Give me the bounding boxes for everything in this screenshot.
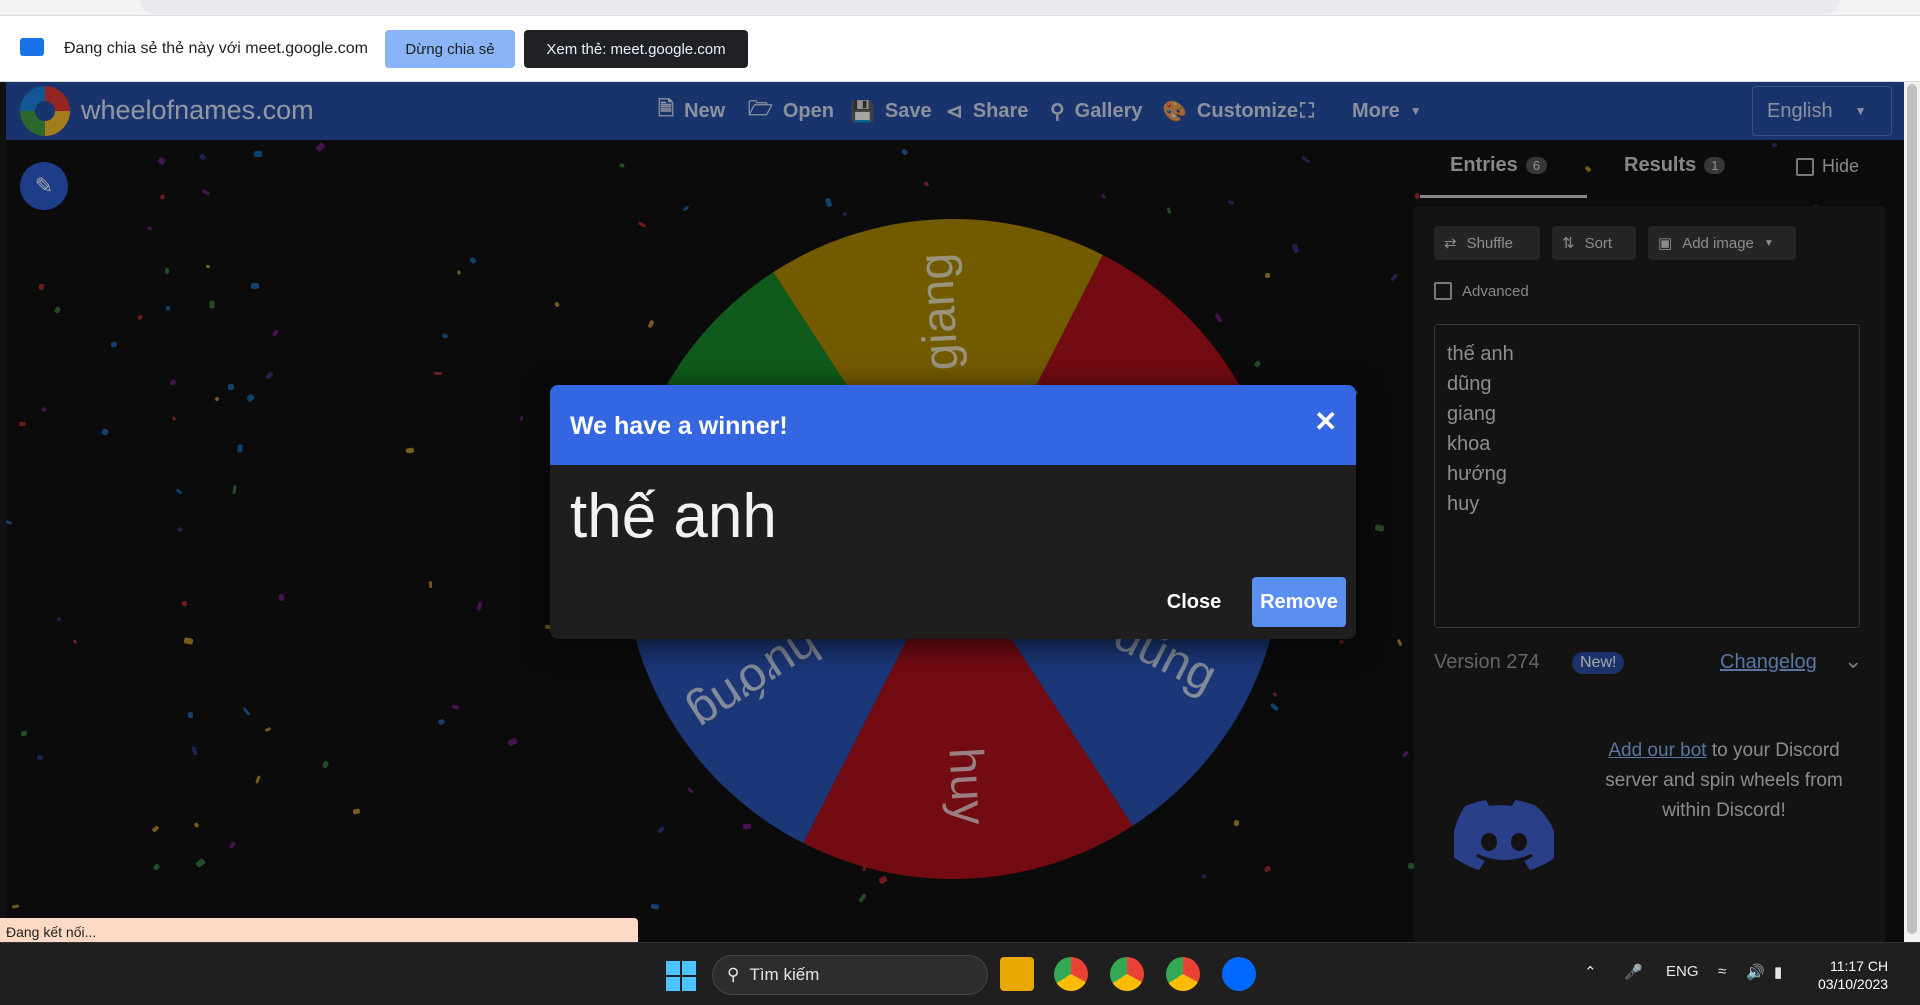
- view-tab-button[interactable]: Xem thẻ: meet.google.com: [524, 30, 748, 68]
- wifi-icon[interactable]: ≈: [1718, 963, 1726, 980]
- address-bar[interactable]: [140, 0, 1840, 14]
- scrollbar-thumb[interactable]: [1907, 84, 1917, 934]
- microphone-icon[interactable]: 🎤: [1624, 963, 1643, 981]
- volume-icon[interactable]: 🔊: [1746, 963, 1765, 981]
- taskbar-search-placeholder: Tìm kiếm: [749, 965, 820, 984]
- winner-name: thế anh: [570, 482, 777, 551]
- chevron-up-icon[interactable]: ⌃: [1584, 963, 1597, 981]
- winner-dialog: We have a winner! ✕ thế anh Close Remove: [550, 385, 1356, 639]
- close-button[interactable]: Close: [1154, 577, 1234, 627]
- chrome-profile-k-icon[interactable]: [1110, 957, 1144, 991]
- wheelofnames-app: wheelofnames.com 🗎 New 🗁 Open 💾 Save ⊲ S…: [6, 82, 1904, 942]
- winner-dialog-header: We have a winner! ✕: [550, 385, 1356, 465]
- system-clock[interactable]: 11:17 CH 03/10/2023: [1818, 957, 1888, 993]
- windows-taskbar: ⚲ Tìm kiếm ⌃ 🎤 ENG ≈ 🔊 ▮ 11:17 CH 03/10/…: [0, 942, 1920, 1005]
- connection-status-bar: Đang kết nối...: [0, 918, 638, 944]
- battery-icon[interactable]: ▮: [1774, 963, 1782, 981]
- search-icon: ⚲: [727, 965, 740, 984]
- winner-dialog-title: We have a winner!: [570, 412, 788, 440]
- tab-sharing-bar: Đang chia sẻ thẻ này với meet.google.com…: [0, 16, 1920, 82]
- remove-button[interactable]: Remove: [1252, 577, 1346, 627]
- screen-share-icon: [20, 38, 44, 56]
- sharing-status-text: Đang chia sẻ thẻ này với meet.google.com: [64, 40, 368, 57]
- close-icon[interactable]: ✕: [1314, 405, 1337, 438]
- file-explorer-icon[interactable]: [1000, 957, 1034, 991]
- page-scrollbar[interactable]: [1904, 82, 1920, 942]
- windows-start-icon[interactable]: [666, 961, 696, 991]
- stop-sharing-button[interactable]: Dừng chia sẻ: [385, 30, 515, 68]
- chrome-profile-v-icon[interactable]: [1166, 957, 1200, 991]
- taskbar-search[interactable]: ⚲ Tìm kiếm: [712, 955, 988, 995]
- zalo-icon[interactable]: [1222, 957, 1256, 991]
- clock-time: 11:17 CH: [1829, 958, 1889, 974]
- clock-date: 03/10/2023: [1818, 976, 1889, 992]
- input-language[interactable]: ENG: [1666, 963, 1699, 980]
- chrome-icon[interactable]: [1054, 957, 1088, 991]
- browser-toolbar: [0, 0, 1920, 16]
